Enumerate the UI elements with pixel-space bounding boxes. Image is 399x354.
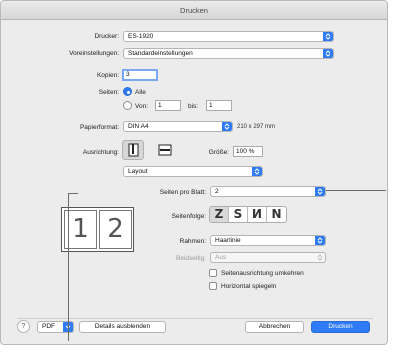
page-preview: 1 2 <box>61 207 134 252</box>
preview-page-2: 2 <box>99 210 132 249</box>
order-z-icon: Z <box>214 207 224 221</box>
presets-value: Standardeinstellungen <box>128 50 193 57</box>
print-button[interactable]: Drucken <box>311 321 370 333</box>
paper-dimensions: 210 x 297 mm <box>237 124 276 130</box>
pages-to-label: bis: <box>188 103 199 110</box>
duplex-value: Aus <box>215 254 227 261</box>
reverse-orientation-checkbox[interactable] <box>209 269 217 277</box>
pages-to-field[interactable]: 1 <box>206 100 232 111</box>
printer-select[interactable]: ES-1920 <box>123 31 334 42</box>
order-n-reverse-icon: N <box>251 207 263 221</box>
window-title: Drucken <box>1 1 387 20</box>
page-order-option-n-reverse[interactable]: N <box>248 207 267 222</box>
hide-details-button[interactable]: Details ausblenden <box>79 321 166 333</box>
paper-value: DIN A4 <box>128 123 149 130</box>
page-order-option-n[interactable]: N <box>267 207 286 222</box>
reverse-orientation-label: Seitenausrichtung umkehren <box>221 270 304 277</box>
scale-field[interactable]: 100 % <box>233 146 263 157</box>
pages-from-field[interactable]: 1 <box>155 100 181 111</box>
section-select[interactable]: Layout <box>123 166 263 177</box>
updown-chevron-icon <box>222 122 232 131</box>
cancel-button[interactable]: Abbrechen <box>245 321 304 333</box>
page-order-label: Seitenfolge: <box>171 213 206 220</box>
section-value: Layout <box>128 168 148 175</box>
page-order-option-z[interactable]: Z <box>210 207 229 222</box>
order-n-icon: N <box>271 207 282 221</box>
printer-label: Drucker: <box>94 33 119 40</box>
border-label: Rahmen: <box>179 238 206 245</box>
orientation-label: Ausrichtung: <box>82 149 119 156</box>
pages-all-label: Alle <box>135 89 146 96</box>
callout-line-vertical <box>68 193 69 341</box>
callout-line-top <box>68 193 78 194</box>
duplex-label: Beidseitig: <box>176 255 206 262</box>
paper-select[interactable]: DIN A4 <box>123 121 233 132</box>
pages-per-sheet-value: 2 <box>215 188 219 195</box>
paper-label: Papierformat: <box>79 124 119 131</box>
presets-select[interactable]: Standardeinstellungen <box>123 48 334 59</box>
order-s-icon: S <box>233 207 243 221</box>
help-button[interactable]: ? <box>17 320 30 333</box>
copies-field[interactable]: 3 <box>122 69 158 81</box>
pages-per-sheet-label: Seiten pro Blatt: <box>159 189 206 196</box>
flip-horizontal-label: Horizontal spiegeln <box>221 283 277 290</box>
landscape-icon <box>158 144 172 156</box>
copies-label: Kopien: <box>96 72 119 79</box>
updown-chevron-icon <box>315 253 325 262</box>
page-order-option-s[interactable]: S <box>229 207 248 222</box>
border-select[interactable]: Haarlinie <box>210 235 326 246</box>
updown-chevron-icon <box>315 187 325 196</box>
updown-chevron-icon <box>323 49 333 58</box>
page-order-segmented-control: Z S N N <box>209 206 287 223</box>
updown-chevron-icon <box>323 32 333 41</box>
pages-all-radio[interactable] <box>123 87 132 96</box>
border-value: Haarlinie <box>215 237 241 244</box>
updown-chevron-icon <box>252 167 262 176</box>
printer-value: ES-1920 <box>128 33 154 40</box>
callout-line-right <box>326 190 386 191</box>
print-dialog: Drucken Drucker: ES-1920 Voreinstellunge… <box>0 0 388 345</box>
scale-label: Größe: <box>208 149 229 156</box>
pages-per-sheet-select[interactable]: 2 <box>210 186 326 197</box>
updown-chevron-icon <box>315 236 325 245</box>
landscape-orientation-button[interactable] <box>155 140 177 160</box>
portrait-icon <box>128 143 139 157</box>
pages-label: Seiten: <box>98 89 119 96</box>
pdf-label: PDF <box>42 323 55 330</box>
footer-divider <box>17 318 373 319</box>
duplex-select: Aus <box>210 252 326 263</box>
presets-label: Voreinstellungen: <box>69 50 119 57</box>
flip-horizontal-checkbox[interactable] <box>209 282 217 290</box>
pages-range-radio[interactable] <box>123 101 132 110</box>
pages-from-label: Von: <box>135 103 149 110</box>
portrait-orientation-button[interactable] <box>122 140 144 160</box>
